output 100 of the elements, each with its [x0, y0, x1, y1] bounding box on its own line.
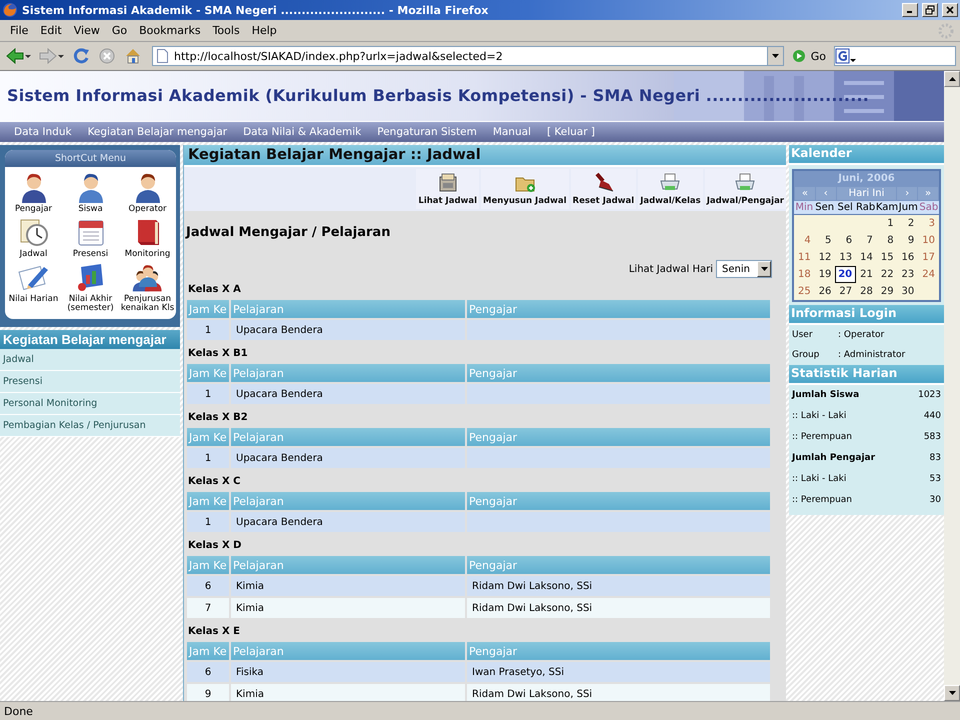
- toolbar-button[interactable]: Reset Jadwal: [570, 169, 636, 209]
- calendar-day[interactable]: 22: [876, 266, 898, 283]
- shortcut-item[interactable]: Nilai Harian: [5, 260, 62, 313]
- day-dropdown[interactable]: Senin: [716, 260, 772, 278]
- calendar-day[interactable]: 25: [794, 283, 815, 300]
- nav-link[interactable]: Pengaturan Sistem: [377, 126, 477, 138]
- menu-item[interactable]: Bookmarks: [133, 22, 207, 39]
- calendar-day[interactable]: 1: [876, 215, 898, 232]
- stat-label: :: Perempuan: [792, 432, 852, 442]
- shortcut-item[interactable]: Siswa: [62, 171, 119, 214]
- panel-title: Kalender: [789, 145, 944, 165]
- maximize-button[interactable]: [922, 3, 938, 17]
- calendar-day[interactable]: 4: [794, 232, 815, 249]
- panel-title: Statistik Harian: [789, 365, 944, 385]
- column-header: Jam Ke: [187, 492, 231, 512]
- calendar-day[interactable]: 3: [918, 215, 939, 232]
- field-label: Lihat Jadwal Hari: [628, 264, 713, 274]
- caret-icon: [58, 54, 64, 58]
- shortcut-item[interactable]: Operator: [119, 171, 176, 214]
- menu-item[interactable]: Edit: [34, 22, 68, 39]
- nav-link[interactable]: Kegiatan Belajar mengajar: [88, 126, 228, 138]
- address-field[interactable]: http://localhost/SIAKAD/index.php?urlx=jadwal&selected=2: [152, 46, 784, 66]
- calendar-day[interactable]: 9: [898, 232, 918, 249]
- search-field[interactable]: [834, 46, 956, 66]
- calendar-day[interactable]: 29: [876, 283, 898, 300]
- calendar-day[interactable]: 17: [918, 249, 939, 266]
- calendar-day[interactable]: 18: [794, 266, 815, 283]
- weekday-label: Rab: [855, 201, 876, 214]
- menu-item[interactable]: Help: [246, 22, 283, 39]
- calendar-day[interactable]: 28: [856, 283, 877, 300]
- calendar-day[interactable]: 21: [856, 266, 877, 283]
- table-cell: 1: [187, 384, 231, 406]
- toolbar-button[interactable]: Jadwal/Pengajar: [704, 169, 786, 209]
- toolbar-button[interactable]: Menyusun Jadwal: [481, 169, 569, 209]
- printer-icon: [658, 171, 682, 193]
- table-cell: Ridam Dwi Laksono, SSi: [467, 684, 772, 701]
- close-button[interactable]: [942, 3, 958, 17]
- shortcut-item[interactable]: Presensi: [62, 216, 119, 259]
- house-icon: [124, 47, 142, 65]
- nav-link[interactable]: Data Induk: [14, 126, 72, 138]
- calendar-day[interactable]: 7: [856, 232, 877, 249]
- calendar-day[interactable]: 19: [814, 266, 836, 283]
- column-header: Jam Ke: [187, 428, 231, 448]
- info-label: Group: [792, 350, 820, 360]
- shortcut-item[interactable]: Monitoring: [119, 216, 176, 259]
- table-cell: Upacara Bendera: [231, 384, 467, 406]
- column-header: Pelajaran: [231, 556, 467, 576]
- calendar-day[interactable]: 8: [876, 232, 898, 249]
- calendar-day[interactable]: 16: [898, 249, 918, 266]
- calendar-day[interactable]: 14: [856, 249, 877, 266]
- stop-icon: [98, 47, 116, 65]
- calendar-day[interactable]: 6: [835, 232, 856, 249]
- sidebar-item[interactable]: Presensi: [0, 370, 180, 393]
- calendar-day[interactable]: 13: [835, 249, 856, 266]
- stat-label: Jumlah Siswa: [792, 390, 860, 400]
- weekday-label: Jum: [898, 201, 919, 214]
- toolbar-button[interactable]: Lihat Jadwal: [416, 169, 480, 209]
- scrollbar[interactable]: [944, 71, 960, 701]
- card-title: ShortCut Menu: [5, 150, 176, 167]
- column-header: Jam Ke: [187, 364, 231, 384]
- nav-link[interactable]: Manual: [492, 126, 531, 138]
- menu-item[interactable]: Tools: [206, 22, 246, 39]
- go-button[interactable]: Go: [788, 49, 830, 63]
- column-header: Jam Ke: [187, 642, 231, 662]
- shortcut-item[interactable]: Pengajar: [5, 171, 62, 214]
- calendar-day[interactable]: 26: [814, 283, 836, 300]
- toolbar-button[interactable]: Jadwal/Kelas: [638, 169, 703, 209]
- calendar-day[interactable]: 27: [835, 283, 856, 300]
- calendar-day[interactable]: 15: [876, 249, 898, 266]
- stat-label: Jumlah Pengajar: [792, 453, 876, 463]
- calendar-day[interactable]: 24: [918, 266, 939, 283]
- column-header: Pelajaran: [231, 300, 467, 320]
- menu-item[interactable]: Go: [106, 22, 134, 39]
- table-cell: Ridam Dwi Laksono, SSi: [467, 576, 772, 598]
- calendar-day[interactable]: 30: [898, 283, 918, 300]
- shortcut-item[interactable]: Nilai Akhir (semester): [62, 260, 119, 313]
- sidebar-item[interactable]: Pembagian Kelas / Penjurusan: [0, 414, 180, 437]
- section-heading: Jadwal Mengajar / Pelajaran: [186, 225, 392, 240]
- shortcut-item[interactable]: Penjurusan kenaikan Kls: [119, 260, 176, 313]
- calendar-day[interactable]: 2: [898, 215, 918, 232]
- stat-value: 1023: [918, 390, 941, 400]
- calendar-day[interactable]: 5: [814, 232, 836, 249]
- column-header: Pengajar: [467, 642, 772, 662]
- menu-item[interactable]: File: [4, 22, 34, 39]
- calendar-day[interactable]: 20: [835, 266, 856, 283]
- calendar-day[interactable]: 11: [794, 249, 815, 266]
- forward-button[interactable]: [37, 48, 66, 64]
- printer-icon: [733, 171, 758, 193]
- sidebar-item[interactable]: Jadwal: [0, 348, 180, 371]
- calendar-day[interactable]: 12: [814, 249, 836, 266]
- minimize-button[interactable]: [902, 3, 918, 17]
- calendar-day[interactable]: 23: [898, 266, 918, 283]
- menu-item[interactable]: View: [68, 22, 106, 39]
- nav-link[interactable]: Data Nilai & Akademik: [243, 126, 362, 138]
- column-header: Pengajar: [467, 428, 772, 448]
- weekday-label: Sel: [836, 201, 854, 214]
- shortcut-item[interactable]: Jadwal: [5, 216, 62, 259]
- sidebar-item[interactable]: Personal Monitoring: [0, 392, 180, 415]
- calendar-day[interactable]: 10: [918, 232, 939, 249]
- back-button[interactable]: [4, 48, 33, 64]
